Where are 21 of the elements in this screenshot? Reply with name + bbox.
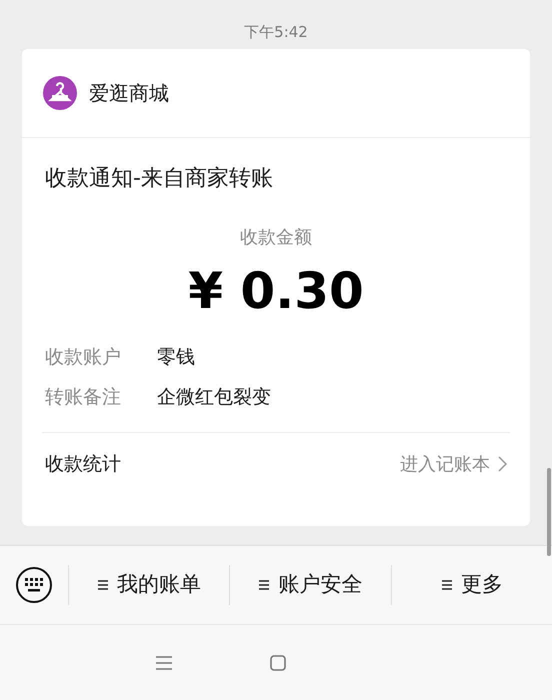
- chevron-icon: [498, 456, 507, 472]
- detail-label: 转账备注: [45, 385, 122, 410]
- detail-label: 收款账户: [45, 345, 122, 370]
- menu-button[interactable]: 我的账单: [69, 546, 230, 624]
- menu-icon: [440, 579, 453, 591]
- detail-value: 企微红包裂变: [157, 385, 271, 410]
- merchant-name: 爱逛商城: [89, 80, 169, 107]
- home-nav-icon[interactable]: [270, 654, 286, 670]
- time-label: 下午5:42: [244, 22, 308, 42]
- stats-label: 收款统计: [45, 452, 121, 477]
- menu-nav-icon[interactable]: [155, 656, 173, 670]
- keyboard-icon: [15, 566, 53, 604]
- menu-button[interactable]: 更多: [392, 546, 552, 624]
- amount-value: ¥ 0.30: [188, 264, 364, 318]
- menu-icon: [258, 579, 270, 591]
- hanger-logo-icon: [43, 76, 77, 110]
- detail-value: 零钱: [157, 345, 195, 370]
- notification-title: 收款通知-来自商家转账: [44, 165, 274, 193]
- amount-label: 收款金额: [240, 226, 312, 250]
- menu-icon: [97, 579, 110, 591]
- menu-button[interactable]: 账户安全: [230, 546, 391, 624]
